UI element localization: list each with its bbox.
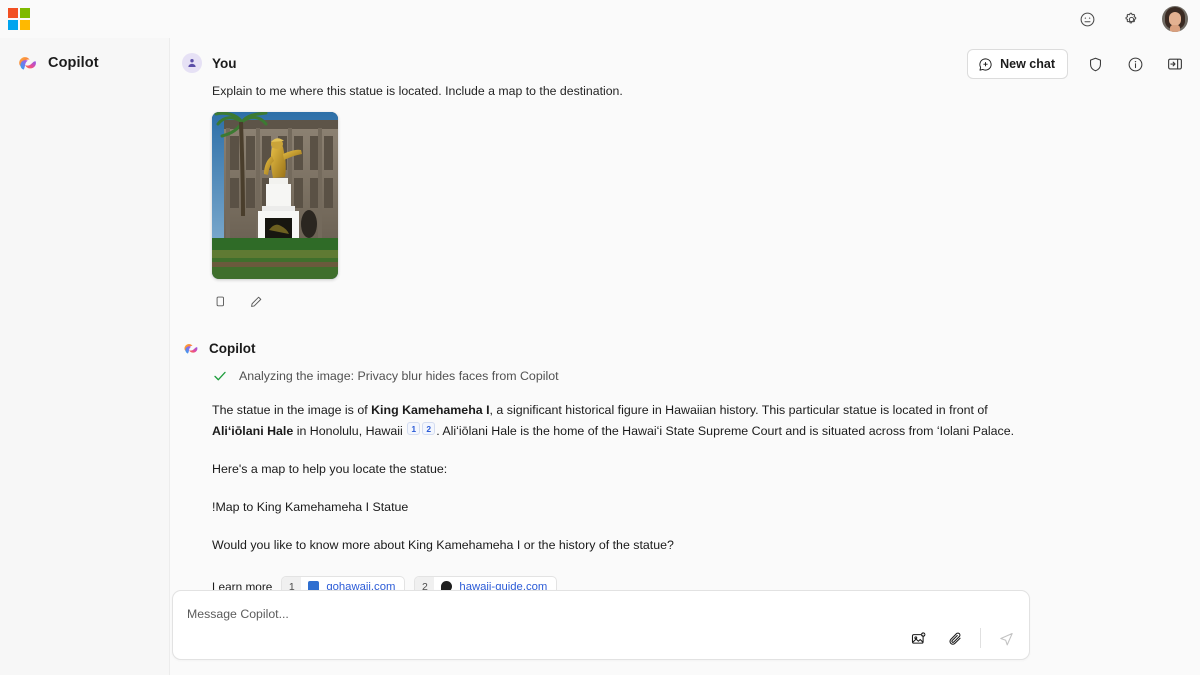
p1-part1: The statue in the image is of <box>212 402 372 417</box>
p1-part4: . Aliʻiōlani Hale is the home of the Haw… <box>436 423 1015 438</box>
analyzing-status-text: Analyzing the image: Privacy blur hides … <box>239 368 559 383</box>
inline-citation-1[interactable]: 1 <box>407 421 421 435</box>
p1-bold2: Aliʻiōlani Hale <box>212 423 294 438</box>
composer-placeholder: Message Copilot... <box>187 607 289 621</box>
assistant-author-name: Copilot <box>209 341 256 357</box>
copilot-app: Copilot New chat You Explain to me where… <box>0 38 1200 675</box>
user-message-header: You <box>182 52 1200 74</box>
settings-gear-icon[interactable] <box>1118 6 1144 32</box>
user-author-name: You <box>212 55 237 71</box>
add-image-icon[interactable] <box>906 626 930 650</box>
feedback-smiley-icon[interactable] <box>1074 6 1100 32</box>
assistant-paragraph-3-map-placeholder: !Map to King Kamehameha I Statue <box>212 500 409 515</box>
copilot-logo-icon <box>182 340 199 357</box>
p1-part2: , a significant historical figure in Haw… <box>489 402 988 417</box>
inline-citation-2[interactable]: 2 <box>422 421 436 435</box>
assistant-paragraph-1: The statue in the image is of King Kameh… <box>212 400 1042 442</box>
analyzing-status: Analyzing the image: Privacy blur hides … <box>212 368 1200 384</box>
sidebar: Copilot <box>0 38 170 675</box>
send-message-icon[interactable] <box>994 626 1018 650</box>
p1-part3: in Honolulu, Hawaii <box>293 423 407 438</box>
edit-message-button[interactable] <box>244 290 268 314</box>
assistant-paragraph-2: Here's a map to help you locate the stat… <box>212 461 448 476</box>
message-composer[interactable]: Message Copilot... <box>172 590 1030 660</box>
user-message-text: Explain to me where this statue is locat… <box>212 84 623 98</box>
composer-tools <box>906 626 1018 650</box>
brand-label: Copilot <box>48 55 99 71</box>
composer-divider <box>980 628 981 648</box>
p1-bold1: King Kamehameha I <box>371 402 490 417</box>
user-avatar-icon <box>182 53 202 73</box>
os-topbar <box>0 0 1200 38</box>
copilot-logo-icon <box>16 52 38 74</box>
assistant-paragraph-4: Would you like to know more about King K… <box>212 538 674 553</box>
microsoft-logo[interactable] <box>8 8 30 30</box>
topbar-actions <box>1074 6 1200 32</box>
copy-message-button[interactable] <box>208 290 232 314</box>
conversation-thread: You Explain to me where this statue is l… <box>170 38 1200 675</box>
attach-file-icon[interactable] <box>943 626 967 650</box>
assistant-message-header: Copilot <box>182 338 1200 360</box>
user-message-actions <box>208 290 1200 314</box>
brand-copilot[interactable]: Copilot <box>0 38 169 74</box>
attached-image[interactable] <box>212 111 338 279</box>
user-message-body: Explain to me where this statue is locat… <box>182 83 1200 314</box>
account-avatar[interactable] <box>1162 6 1188 32</box>
user-message: You Explain to me where this statue is l… <box>170 52 1200 314</box>
check-icon <box>212 368 228 384</box>
content-area: New chat You Explain to me where this st… <box>170 38 1200 675</box>
